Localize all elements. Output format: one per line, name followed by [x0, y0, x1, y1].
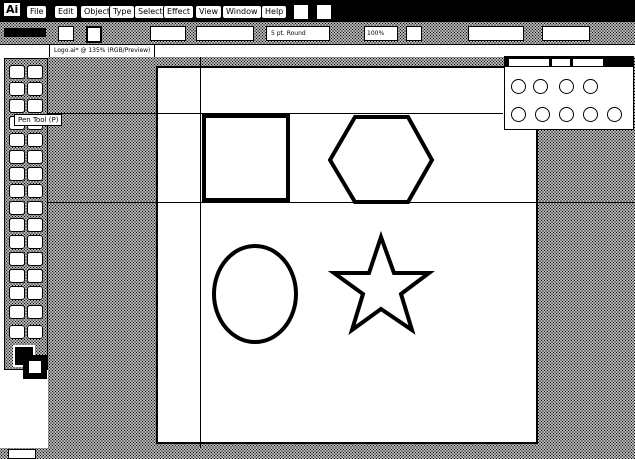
blend-tool-icon[interactable]	[27, 235, 43, 249]
menu-edit[interactable]: Edit	[54, 5, 78, 19]
artboard[interactable]	[156, 66, 538, 444]
panel-tab-pathfinder[interactable]	[572, 58, 604, 67]
preferences-button[interactable]	[542, 26, 590, 41]
graphic-style-button[interactable]	[406, 26, 422, 41]
pencil-tool-icon[interactable]	[27, 133, 43, 147]
stroke-weight-field[interactable]	[150, 26, 186, 41]
width-tool-icon[interactable]	[9, 184, 25, 198]
selection-label: No Selection	[4, 28, 46, 37]
vertical-guide[interactable]	[200, 57, 201, 457]
eraser-tool-icon[interactable]	[27, 150, 43, 164]
trim-icon[interactable]	[535, 107, 550, 122]
panel-tab-align[interactable]	[551, 58, 571, 67]
hand-tool-icon[interactable]	[9, 286, 25, 300]
rectangle-shape[interactable]	[202, 114, 290, 202]
artwork	[202, 114, 435, 344]
variable-width-profile[interactable]	[196, 26, 254, 41]
zoom-tool-icon[interactable]	[27, 286, 43, 300]
column-graph-tool-icon[interactable]	[27, 252, 43, 266]
rotate-tool-icon[interactable]	[9, 167, 25, 181]
menu-effect[interactable]: Effect	[163, 5, 195, 19]
lasso-tool-icon[interactable]	[27, 82, 43, 96]
document-tab[interactable]: Logo.ai* @ 135% (RGB/Preview)	[49, 44, 156, 58]
menu-bar: Ai File Edit Object Type Select Effect V…	[0, 0, 635, 22]
magic-wand-tool-icon[interactable]	[9, 82, 25, 96]
horizontal-guide[interactable]	[48, 202, 635, 203]
outline-icon[interactable]	[607, 107, 622, 122]
artboard-tool-icon[interactable]	[9, 269, 25, 283]
blob-brush-tool-icon[interactable]	[9, 150, 25, 164]
selection-tool-icon[interactable]	[9, 65, 25, 79]
screen-mode-icon[interactable]	[27, 305, 43, 319]
star-shape[interactable]	[327, 230, 435, 336]
panel-header	[505, 57, 633, 67]
menu-file[interactable]: File	[26, 5, 48, 19]
arrange-documents-icon[interactable]	[316, 4, 332, 20]
intersect-icon[interactable]	[559, 79, 574, 94]
tools-panel	[4, 58, 48, 379]
menu-help[interactable]: Help	[261, 5, 288, 19]
stroke-swatch[interactable]	[23, 355, 47, 379]
crop-icon[interactable]	[583, 107, 598, 122]
menu-type[interactable]: Type	[109, 5, 136, 19]
app-logo: Ai	[4, 3, 21, 16]
type-tool-icon[interactable]	[27, 99, 43, 113]
draw-normal-icon[interactable]	[9, 305, 25, 319]
symbol-sprayer-tool-icon[interactable]	[9, 252, 25, 266]
paintbrush-tool-icon[interactable]	[9, 133, 25, 147]
tooltip: Pen Tool (P)	[14, 114, 63, 126]
gradient-mode-icon[interactable]	[27, 325, 43, 339]
status-bar	[0, 448, 635, 459]
divide-icon[interactable]	[511, 107, 526, 122]
menu-window[interactable]: Window	[222, 5, 262, 19]
menu-view[interactable]: View	[195, 5, 222, 19]
panel-tab-transform[interactable]	[508, 58, 550, 67]
shape-builder-tool-icon[interactable]	[9, 201, 25, 215]
bridge-icon[interactable]	[293, 4, 309, 20]
brush-definition-dropdown[interactable]: 5 pt. Round	[266, 26, 330, 41]
zoom-field[interactable]	[8, 449, 36, 459]
ellipse-shape[interactable]	[212, 244, 298, 344]
direct-selection-tool-icon[interactable]	[27, 65, 43, 79]
opacity-field[interactable]: 100%	[364, 26, 398, 41]
perspective-grid-tool-icon[interactable]	[27, 201, 43, 215]
slice-tool-icon[interactable]	[27, 269, 43, 283]
free-transform-tool-icon[interactable]	[27, 184, 43, 198]
document-setup-button[interactable]	[468, 26, 524, 41]
merge-icon[interactable]	[559, 107, 574, 122]
scale-tool-icon[interactable]	[27, 167, 43, 181]
pen-tool-icon[interactable]	[9, 99, 25, 113]
hexagon-shape[interactable]	[327, 115, 435, 204]
mesh-tool-icon[interactable]	[9, 218, 25, 232]
menu-select[interactable]: Select	[134, 5, 167, 19]
pathfinder-panel	[504, 56, 634, 130]
minus-front-icon[interactable]	[533, 79, 548, 94]
gradient-tool-icon[interactable]	[27, 218, 43, 232]
fill-color-button[interactable]	[58, 26, 74, 41]
exclude-icon[interactable]	[583, 79, 598, 94]
color-mode-icon[interactable]	[9, 325, 25, 339]
horizontal-guide[interactable]	[48, 113, 503, 114]
fill-stroke-swatches[interactable]	[13, 345, 47, 379]
control-bar: No Selection 5 pt. Round 100%	[0, 22, 635, 45]
stroke-color-button[interactable]	[86, 26, 102, 43]
eyedropper-tool-icon[interactable]	[9, 235, 25, 249]
unite-icon[interactable]	[511, 79, 526, 94]
